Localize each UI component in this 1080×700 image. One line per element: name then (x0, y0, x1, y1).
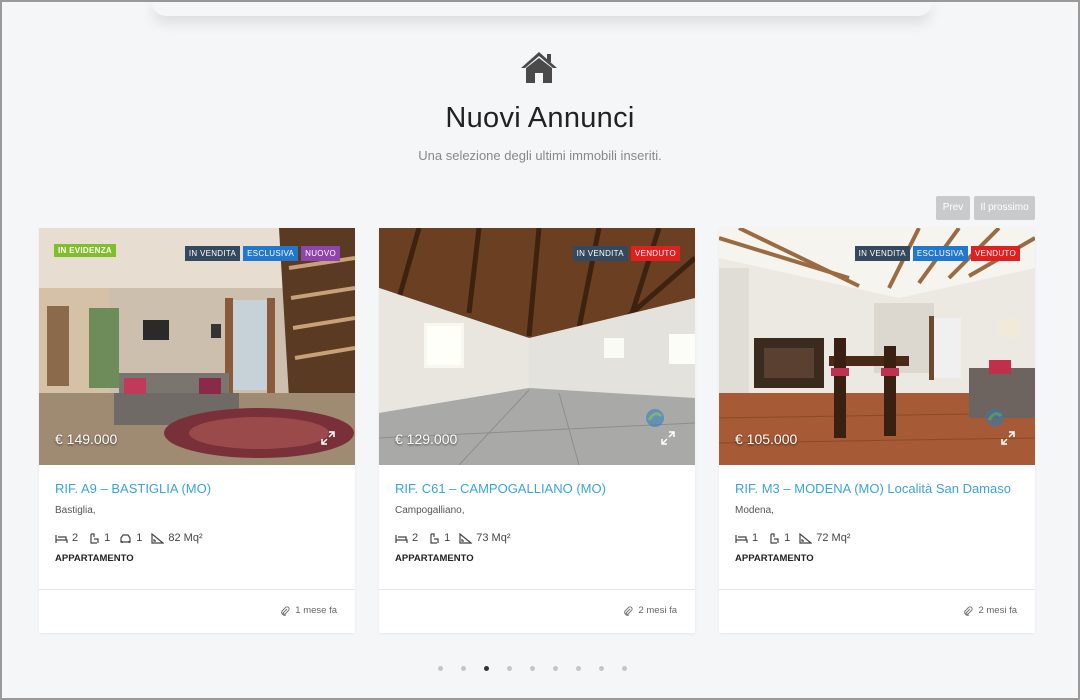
garage-count: 1 (136, 532, 143, 544)
expand-icon[interactable] (1001, 431, 1015, 445)
badge-venduto: VENDUTO (630, 246, 680, 261)
card-footer: 1 mese fa (39, 589, 355, 634)
beds-count: 1 (752, 532, 759, 544)
expand-icon[interactable] (321, 431, 335, 445)
posted-time: 1 mese fa (295, 605, 337, 616)
listing-price: € 149.000 (55, 431, 118, 447)
pagination-dot[interactable] (438, 666, 443, 671)
featured-badge: IN EVIDENZA (54, 244, 116, 257)
listing-location: Bastiglia, (55, 505, 96, 516)
badge-nuovo: NUOVO (301, 246, 340, 261)
prev-button[interactable]: Prev (936, 196, 970, 220)
next-button[interactable]: Il prossimo (974, 196, 1035, 220)
listing-location: Modena, (735, 505, 774, 516)
listing-title-link[interactable]: RIF. C61 – CAMPOGALLIANO (MO) (395, 481, 679, 496)
badge-in-vendita: IN VENDITA (572, 246, 628, 261)
pagination-dot[interactable] (484, 666, 489, 671)
listing-features: 2 1 73 Mq² (395, 532, 679, 544)
area-value: 82 Mq² (168, 532, 203, 544)
pagination-dot[interactable] (622, 666, 627, 671)
listing-photo[interactable]: IN VENDITA VENDUTO € 129.000 (379, 228, 695, 465)
property-type: APPARTAMENTO (395, 553, 474, 564)
property-type: APPARTAMENTO (735, 553, 814, 564)
listing-card[interactable]: IN VENDITA VENDUTO € 129.000 RIF. C61 – … (379, 228, 695, 633)
paperclip-icon (281, 605, 290, 616)
pagination-dot[interactable] (576, 666, 581, 671)
badge-in-vendita: IN VENDITA (854, 246, 910, 261)
card-footer: 2 mesi fa (379, 589, 695, 634)
listing-price: € 105.000 (735, 431, 798, 447)
expand-icon[interactable] (661, 431, 675, 445)
listing-price: € 129.000 (395, 431, 458, 447)
bath-icon (770, 532, 779, 544)
top-bar-shadow (152, 2, 932, 16)
posted-time: 2 mesi fa (638, 605, 677, 616)
bed-icon (55, 534, 68, 543)
listing-location: Campogalliano, (395, 505, 465, 516)
status-badges: IN VENDITA ESCLUSIVA NUOVO (184, 246, 340, 261)
listing-photo[interactable]: IN EVIDENZA IN VENDITA ESCLUSIVA NUOVO €… (39, 228, 355, 465)
baths-count: 1 (104, 532, 111, 544)
badge-esclusiva: ESCLUSIVA (912, 246, 968, 261)
section-subtitle: Una selezione degli ultimi immobili inse… (418, 148, 662, 163)
listing-photo[interactable]: IN VENDITA ESCLUSIVA VENDUTO € 105.000 (719, 228, 1035, 465)
baths-count: 1 (444, 532, 451, 544)
area-value: 72 Mq² (816, 532, 851, 544)
area-icon (459, 532, 473, 544)
baths-count: 1 (784, 532, 791, 544)
bath-icon (430, 532, 439, 544)
page-frame: Nuovi Annunci Una selezione degli ultimi… (0, 0, 1080, 700)
listing-features: 1 1 72 Mq² (735, 532, 1019, 544)
area-icon (151, 532, 165, 544)
listing-card[interactable]: IN EVIDENZA IN VENDITA ESCLUSIVA NUOVO €… (39, 228, 355, 633)
carousel-pagination (438, 666, 627, 671)
status-badges: IN VENDITA VENDUTO (572, 246, 680, 261)
listing-title-link[interactable]: RIF. A9 – BASTIGLIA (MO) (55, 481, 339, 496)
property-type: APPARTAMENTO (55, 553, 134, 564)
pagination-dot[interactable] (507, 666, 512, 671)
home-icon (521, 52, 557, 83)
bed-icon (395, 534, 408, 543)
bath-icon (90, 532, 99, 544)
badge-in-vendita: IN VENDITA (184, 246, 241, 261)
posted-time: 2 mesi fa (978, 605, 1017, 616)
pagination-dot[interactable] (599, 666, 604, 671)
pagination-dot[interactable] (530, 666, 535, 671)
car-icon (120, 533, 131, 543)
card-footer: 2 mesi fa (719, 589, 1035, 634)
paperclip-icon (964, 605, 974, 616)
pagination-dot[interactable] (461, 666, 466, 671)
listing-features: 2 1 1 82 Mq² (55, 532, 339, 544)
paperclip-icon (624, 605, 634, 616)
section-title: Nuovi Annunci (445, 102, 635, 134)
area-value: 73 Mq² (476, 532, 511, 544)
listing-card[interactable]: IN VENDITA ESCLUSIVA VENDUTO € 105.000 R… (719, 228, 1035, 633)
listing-title-link[interactable]: RIF. M3 – MODENA (MO) Località San Damas… (735, 481, 1019, 496)
living-room-photo (39, 228, 355, 465)
badge-esclusiva: ESCLUSIVA (243, 246, 299, 261)
beds-count: 2 (412, 532, 419, 544)
bed-icon (735, 534, 748, 543)
status-badges: IN VENDITA ESCLUSIVA VENDUTO (854, 246, 1020, 261)
area-icon (799, 532, 813, 544)
badge-venduto: VENDUTO (970, 246, 1020, 261)
beds-count: 2 (72, 532, 79, 544)
pagination-dot[interactable] (553, 666, 558, 671)
